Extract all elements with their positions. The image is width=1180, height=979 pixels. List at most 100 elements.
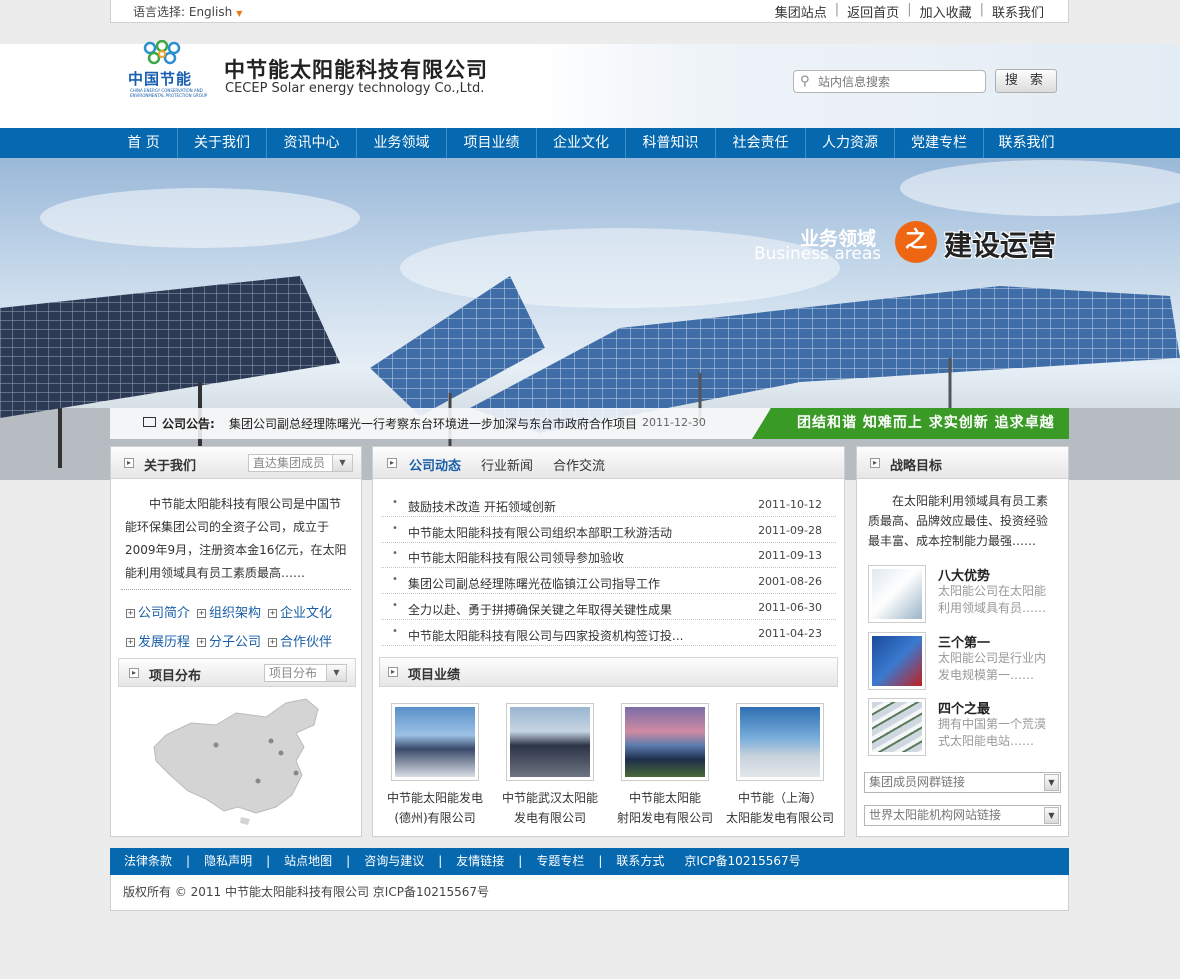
bullet: • (392, 626, 398, 637)
project-card[interactable]: 中节能太阳能发电 (德州)有限公司 (381, 703, 489, 828)
footer-link-legal[interactable]: 法律条款 (124, 848, 172, 875)
news-item[interactable]: • 中节能太阳能科技有限公司组织本部职工秋游活动 2011-09-28 (381, 517, 836, 543)
project-name: 中节能太阳能 射阳发电有限公司 (611, 788, 719, 828)
group-member-dropdown[interactable]: 直达集团成员 ▼ (248, 454, 353, 472)
news-item[interactable]: • 鼓励技术改造 开拓领域创新 2011-10-12 (381, 491, 836, 517)
plus-box-icon: + (268, 638, 277, 647)
advantage-item[interactable]: 八大优势 太阳能公司在太阳能 利用领域具有员…… (868, 565, 1058, 623)
nav-item-home[interactable]: 首 页 (110, 128, 178, 158)
link-label: 发展历程 (138, 635, 191, 650)
banner-title-en: Business areas (754, 244, 882, 264)
link-subsidiaries[interactable]: + 分子公司 (197, 631, 261, 650)
link-culture[interactable]: + 企业文化 (268, 602, 332, 621)
news-item[interactable]: • 中节能太阳能科技有限公司领导参加验收 2011-09-13 (381, 542, 836, 568)
footer-link-sitemap[interactable]: 站点地图 (284, 848, 332, 875)
world-solar-links-select[interactable]: 世界太阳能机构网站链接 ▼ (864, 805, 1061, 826)
tab-company-news[interactable]: 公司动态 (409, 455, 461, 474)
advantage-item[interactable]: 四个之最 拥有中国第一个荒漠 式太阳能电站…… (868, 698, 1058, 756)
footer-link-privacy[interactable]: 隐私声明 (204, 848, 252, 875)
nav-item-about[interactable]: 关于我们 (178, 128, 267, 158)
nav-item-responsibility[interactable]: 社会责任 (716, 128, 806, 158)
project-image (736, 703, 824, 781)
top-link-contact[interactable]: 联系我们 (984, 2, 1052, 21)
project-card[interactable]: 中节能（上海） 太阳能发电有限公司 (726, 703, 834, 828)
plus-box-icon: + (126, 609, 135, 618)
tab-industry-news[interactable]: 行业新闻 (481, 455, 533, 474)
footer-link-feedback[interactable]: 咨询与建议 (364, 848, 424, 875)
panel-header: ▸ 关于我们 直达集团成员 ▼ (111, 447, 361, 479)
news-title: 中节能太阳能科技有限公司与四家投资机构签订投... (408, 629, 684, 643)
group-links-select[interactable]: 集团成员网群链接 ▼ (864, 772, 1061, 793)
strategy-text: 在太阳能利用领域具有员工素质最高、品牌效应最佳、投资经验最丰富、成本控制能力最强… (868, 494, 1049, 548)
strategy-panel: ▸ 战略目标 在太阳能利用领域具有员工素质最高、品牌效应最佳、投资经验最丰富、成… (856, 446, 1069, 837)
banner-zhi-badge: 之 (895, 221, 937, 263)
nav-item-contact[interactable]: 联系我们 (984, 128, 1069, 158)
projects-title: 项目业绩 (408, 668, 461, 683)
link-label: 合作伙伴 (280, 635, 333, 650)
nav-item-business[interactable]: 业务领域 (357, 128, 447, 158)
news-item[interactable]: • 全力以赴、勇于拼搏确保关键之年取得关键性成果 2011-06-30 (381, 594, 836, 620)
link-history[interactable]: + 发展历程 (126, 631, 190, 650)
news-item[interactable]: • 集团公司副总经理陈曙光莅临镇江公司指导工作 2001-08-26 (381, 568, 836, 594)
tab-cooperation[interactable]: 合作交流 (553, 455, 605, 474)
news-item[interactable]: • 中节能太阳能科技有限公司与四家投资机构签订投... 2011-04-23 (381, 620, 836, 646)
advantage-desc-line1: 太阳能公司在太阳能 (938, 584, 1047, 598)
project-name-line1: 中节能太阳能发电 (386, 791, 483, 805)
nav-item-culture[interactable]: 企业文化 (537, 128, 626, 158)
top-link-group-site[interactable]: 集团站点 (767, 2, 835, 21)
advantage-desc: 拥有中国第一个荒漠 式太阳能电站…… (938, 716, 1054, 750)
notice-text[interactable]: 集团公司副总经理陈曙光一行考察东台环境进一步加深与东台市政府合作项目 (229, 415, 637, 432)
footer-link-special[interactable]: 专题专栏 (536, 848, 584, 875)
select-value: 集团成员网群链接 (869, 775, 966, 789)
news-title: 鼓励技术改造 开拓领域创新 (408, 500, 556, 514)
distribution-dropdown[interactable]: 项目分布 ▼ (264, 664, 347, 682)
panel-title: 战略目标 (890, 459, 943, 474)
expand-icon: ▸ (129, 668, 139, 678)
news-title: 中节能太阳能科技有限公司组织本部职工秋游活动 (408, 526, 673, 540)
footer-link-friends[interactable]: 友情链接 (456, 848, 504, 875)
nav-item-news[interactable]: 资讯中心 (267, 128, 357, 158)
link-org[interactable]: + 组织架构 (197, 602, 261, 621)
search-input[interactable] (818, 74, 978, 90)
link-label: 分子公司 (209, 635, 262, 650)
project-image (621, 703, 709, 781)
china-map[interactable] (146, 695, 326, 825)
search-button[interactable]: 搜 索 (995, 69, 1057, 93)
project-name: 中节能武汉太阳能 发电有限公司 (496, 788, 604, 828)
plus-box-icon: + (197, 609, 206, 618)
advantage-desc-line2: 式太阳能电站…… (938, 734, 1035, 748)
bullet: • (392, 600, 398, 611)
projects-header: ▸ 项目业绩 (379, 657, 838, 687)
link-label: 企业文化 (280, 606, 333, 621)
chevron-down-icon: ▼ (1044, 774, 1059, 791)
project-name: 中节能太阳能发电 (德州)有限公司 (381, 788, 489, 828)
project-card[interactable]: 中节能武汉太阳能 发电有限公司 (496, 703, 604, 828)
top-link-favorite[interactable]: 加入收藏 (912, 2, 980, 21)
language-select[interactable]: 语言选择: English ▼ (133, 3, 242, 20)
bullet: • (392, 523, 398, 534)
company-name: 中节能太阳能科技有限公司 (224, 58, 488, 82)
link-profile[interactable]: + 公司简介 (126, 602, 190, 621)
nav-item-projects[interactable]: 项目业绩 (447, 128, 537, 158)
advantage-title: 三个第一 (938, 636, 991, 651)
nav-item-party[interactable]: 党建专栏 (895, 128, 984, 158)
project-card[interactable]: 中节能太阳能 射阳发电有限公司 (611, 703, 719, 828)
banner: 业务领域 Business areas 之 建设运营 公司公告: 集团公司副总经… (0, 158, 1180, 480)
footer-link-contact[interactable]: 联系方式 (616, 848, 664, 875)
header: 中国节能 CHINA ENERGY CONSERVATION AND ENVIR… (0, 40, 1180, 128)
link-partners[interactable]: + 合作伙伴 (268, 631, 332, 650)
distribution-header: ▸ 项目分布 项目分布 ▼ (118, 658, 356, 687)
news-title: 全力以赴、勇于拼搏确保关键之年取得关键性成果 (408, 603, 673, 617)
advantage-item[interactable]: 三个第一 太阳能公司是行业内 发电规模第一…… (868, 632, 1058, 690)
news-date: 2011-09-13 (758, 549, 822, 562)
nav-item-science[interactable]: 科普知识 (626, 128, 716, 158)
logo[interactable]: 中国节能 CHINA ENERGY CONSERVATION AND ENVIR… (124, 40, 218, 104)
nav-item-hr[interactable]: 人力资源 (806, 128, 895, 158)
top-link-home[interactable]: 返回首页 (839, 2, 907, 21)
advantage-title: 八大优势 (938, 569, 991, 584)
copyright: 版权所有 © 2011 中节能太阳能科技有限公司 京ICP备10215567号 (110, 875, 1069, 911)
advantage-image (868, 698, 926, 756)
logo-text: 中国节能 (128, 70, 193, 88)
company-name-en: CECEP Solar energy technology Co.,Ltd. (225, 81, 485, 96)
notice-label: 公司公告: (162, 417, 215, 431)
